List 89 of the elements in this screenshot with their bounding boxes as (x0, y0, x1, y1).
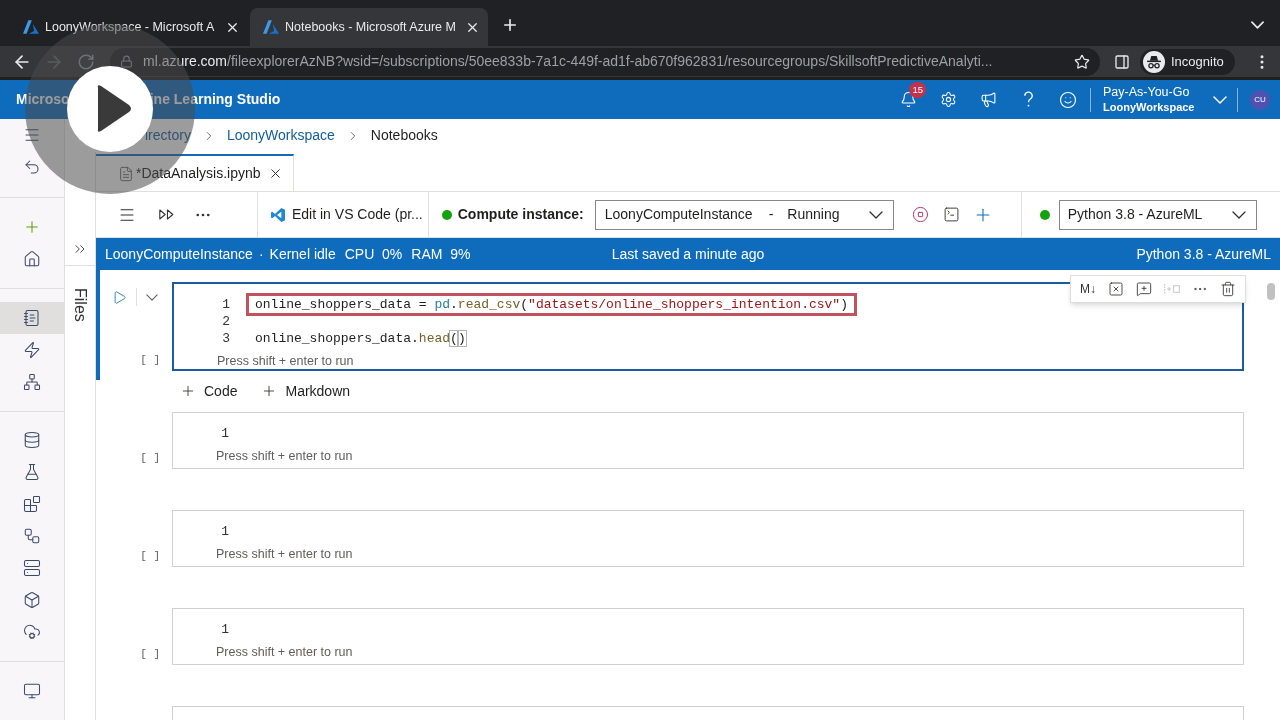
incognito-icon (1143, 50, 1165, 73)
help-icon[interactable] (1022, 91, 1034, 108)
notification-badge: 15 (909, 82, 926, 98)
kernel-status: Kernel idle (269, 244, 336, 264)
user-avatar[interactable]: CU (1250, 89, 1270, 110)
notifications-icon[interactable] (899, 91, 917, 108)
files-panel-label[interactable]: Files (72, 288, 88, 322)
cube-icon (23, 591, 41, 610)
resource-usage: CPU 0% (344, 244, 403, 264)
compute-name: LoonyComputeInstance (105, 244, 253, 264)
add-cell-button[interactable]: Markdown (257, 380, 355, 402)
megaphone-icon[interactable] (979, 91, 997, 108)
code-line: online_shoppers_data.head() (255, 330, 466, 347)
profile-button[interactable]: Incognito (1140, 48, 1235, 75)
flask-icon (23, 463, 41, 482)
compute-dropdown[interactable]: LoonyComputeInstance - Running (594, 199, 894, 230)
undo-icon (23, 158, 41, 176)
add-cell-button[interactable]: Code (176, 380, 242, 402)
notebook-icon (23, 308, 41, 327)
menu-icon (23, 126, 41, 144)
new-tab-icon[interactable] (501, 16, 519, 34)
line-number: 2 (221, 312, 230, 331)
clear-output-icon[interactable] (1108, 281, 1124, 297)
bookmark-star-icon[interactable] (1074, 53, 1090, 70)
lightning-icon (23, 340, 41, 359)
run-all-icon[interactable] (158, 208, 176, 221)
server-icon (23, 559, 41, 578)
collapse-icon[interactable] (146, 293, 158, 301)
run-hint: Press shift + enter to run (216, 547, 353, 561)
line-number: 1 (220, 424, 229, 443)
terminal-icon[interactable] (942, 206, 960, 223)
file-tab[interactable]: *DataAnalysis.ipynb (96, 154, 294, 191)
line-number: 1 (221, 295, 230, 314)
delete-icon[interactable] (1220, 281, 1236, 297)
url-text: ml.azure.com/fileexplorerAzNB?wsid=/subscriptions/50ee833b-7a1c-449f-ad1f-ab670f962831/resourcegroups/SkillsoftPredictiveAnalyti... (143, 52, 993, 71)
hierarchy-icon (23, 372, 41, 391)
plus-icon (180, 383, 196, 399)
breadcrumb-link[interactable]: Notebooks (370, 125, 438, 146)
logo-icon (23, 20, 39, 34)
execution-count: [ ] (140, 353, 160, 367)
file-icon (118, 165, 134, 182)
line-number: 3 (221, 329, 230, 348)
code-cell[interactable]: 1 Press shift + enter to run (172, 412, 1244, 469)
run-hint: Press shift + enter to run (217, 354, 354, 368)
feedback-smiley-icon[interactable] (1059, 90, 1077, 109)
run-hint: Press shift + enter to run (216, 449, 353, 463)
nav-button[interactable] (0, 301, 64, 334)
code-cell[interactable]: 1 Press shift + enter to run (172, 510, 1244, 567)
close-tab-icon[interactable] (268, 166, 283, 181)
resource-usage: RAM 9% (411, 244, 471, 264)
execution-count: [ ] (140, 451, 160, 465)
add-comment-icon[interactable] (1136, 281, 1152, 297)
compute-label: Compute instance: (457, 205, 584, 224)
execution-count: [ ] (140, 549, 160, 563)
line-number: 1 (220, 620, 229, 639)
scrollbar-thumb[interactable] (1267, 283, 1275, 300)
monitor-icon (23, 682, 41, 700)
separator-dot: · (258, 244, 264, 264)
stop-icon[interactable] (911, 206, 929, 223)
database-icon (23, 431, 41, 450)
chevron-down-icon (1231, 210, 1246, 219)
code-line: online_shoppers_data = pd.read_csv("datasets/online_shoppers_intention.csv") (255, 296, 848, 313)
home-icon (23, 249, 41, 268)
settings-icon[interactable] (939, 91, 957, 108)
browser-tab[interactable]: Notebooks - Microsoft Azure M (250, 8, 488, 46)
workspace-chevron-icon[interactable] (1213, 95, 1227, 104)
address-bar[interactable]: ml.azure.com/fileexplorerAzNB?wsid=/subscriptions/50ee833b-7a1c-449f-ad1f-ab670f962831/resourcegroups/SkillsoftPredictiveAnalyti... (110, 47, 1100, 76)
run-hint: Press shift + enter to run (216, 645, 353, 659)
workflow-icon (23, 527, 41, 546)
blocks-icon (23, 495, 41, 514)
execution-count: [ ] (140, 647, 160, 661)
cloud-gear-icon (23, 623, 41, 642)
browser-tab[interactable]: LoonyWorkspace - Microsoft A (10, 8, 248, 46)
kernel-name: Python 3.8 - AzureML (1136, 244, 1271, 264)
line-number: 1 (220, 522, 229, 541)
subscription-name: Pay-As-You-Go (1103, 85, 1191, 99)
chevron-down-icon (868, 210, 883, 219)
edit-in-vscode-button[interactable]: Edit in VS Code (pr... (258, 192, 428, 237)
breadcrumb-link[interactable]: LoonyWorkspace (226, 125, 335, 146)
workspace-name: LoonyWorkspace (1103, 102, 1196, 114)
side-panel-icon[interactable] (1114, 53, 1130, 70)
run-cell-icon[interactable] (112, 289, 127, 305)
logo-icon (263, 20, 279, 34)
kernel-dropdown[interactable]: Python 3.8 - AzureML (1058, 199, 1257, 230)
vscode-logo-icon (270, 206, 286, 223)
save-status: Last saved a minute ago (611, 244, 765, 264)
lock-icon (120, 55, 133, 68)
tab-search-icon[interactable] (1251, 21, 1264, 29)
code-cell[interactable]: 1 Press shift + enter to run (172, 608, 1244, 665)
